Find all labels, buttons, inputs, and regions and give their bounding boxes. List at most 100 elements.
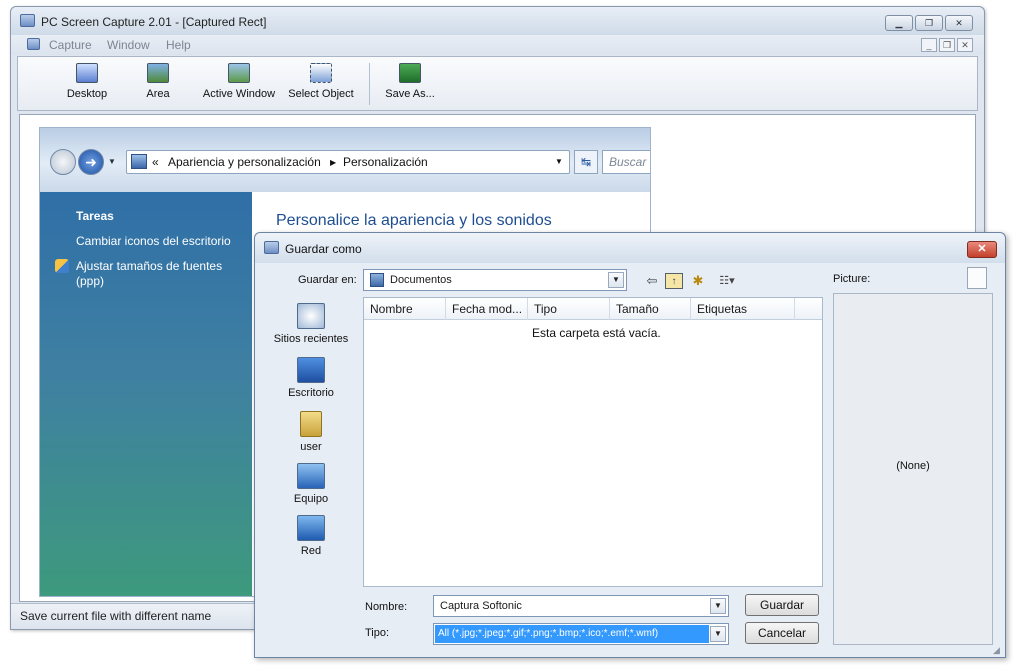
back-nav-icon[interactable]: ⇦ (643, 273, 661, 289)
filename-label: Nombre: (365, 601, 408, 613)
menu-help[interactable]: Help (166, 38, 191, 52)
select-object-button[interactable]: Select Object (284, 63, 358, 107)
active-window-button[interactable]: Active Window (198, 63, 280, 107)
tasks-heading: Tareas (76, 209, 114, 223)
captured-search-box: Buscar (602, 150, 650, 174)
captured-page-title: Personalice la apariencia y los sonidos (276, 212, 552, 229)
place-user-label: user (300, 441, 322, 453)
chevron-down-icon[interactable]: ▼ (608, 272, 624, 288)
mdi-restore-button[interactable]: ❐ (939, 38, 955, 52)
area-capture-icon (147, 63, 169, 83)
computer-icon (297, 463, 325, 489)
save-button[interactable]: Guardar (745, 594, 819, 616)
network-icon (297, 515, 325, 541)
toolbar-separator (369, 63, 370, 105)
address-dropdown-icon: ▼ (555, 157, 563, 166)
filetype-label: Tipo: (365, 627, 390, 639)
place-recent-label: Sitios recientes (273, 333, 349, 345)
active-window-label: Active Window (202, 88, 276, 100)
back-arrow-icon (50, 149, 76, 175)
menu-window[interactable]: Window (107, 38, 150, 52)
user-folder-icon (300, 411, 322, 437)
column-tamano[interactable]: Tamaño (610, 298, 691, 320)
captured-address-bar: « Apariencia y personalización ▶ Persona… (126, 150, 570, 174)
dialog-close-button[interactable]: ✕ (967, 241, 997, 258)
dialog-app-icon (264, 241, 279, 254)
empty-folder-message: Esta carpeta está vacía. (532, 326, 661, 340)
save-in-combo[interactable]: Documentos ▼ (363, 269, 627, 291)
task-change-icons: Cambiar iconos del escritorio (76, 234, 231, 248)
place-network[interactable]: Red (269, 515, 353, 557)
filename-value: Captura Softonic (440, 600, 522, 612)
save-as-label: Save As... (385, 88, 435, 100)
place-computer[interactable]: Equipo (269, 463, 353, 505)
select-object-icon (310, 63, 332, 83)
picture-none-text: (None) (896, 460, 930, 472)
captured-task-pane: Tareas Cambiar iconos del escritorio Aju… (40, 192, 252, 596)
refresh-icon: ↹ (574, 150, 598, 174)
desktop-capture-icon (76, 63, 98, 83)
select-object-label: Select Object (288, 88, 354, 100)
task-adjust-font-size-ppp: (ppp) (76, 274, 105, 288)
filename-input[interactable]: Captura Softonic ▼ (433, 595, 729, 617)
new-folder-icon[interactable]: ✱ (689, 273, 707, 289)
menu-bar: Capture Window Help _ ❐ ✕ (11, 35, 984, 55)
active-window-icon (228, 63, 250, 83)
task-adjust-font-size: Ajustar tamaños de fuentes (76, 259, 223, 273)
view-menu-icon[interactable]: ☷▾ (713, 273, 741, 289)
breadcrumb-apariencia: Apariencia y personalización (168, 155, 321, 169)
breadcrumb-separator-icon: ▶ (330, 158, 337, 167)
place-desktop-label: Escritorio (288, 387, 334, 399)
file-list[interactable]: Nombre Fecha mod... Tipo Tamaño Etiqueta… (363, 297, 823, 587)
up-folder-icon[interactable]: ↑ (665, 273, 683, 289)
filetype-value: All (*.jpg;*.jpeg;*.gif;*.png;*.bmp;*.ic… (435, 625, 709, 643)
minimize-button[interactable]: ▁ (885, 15, 913, 31)
save-as-button[interactable]: Save As... (380, 63, 440, 107)
menu-capture[interactable]: Capture (49, 38, 92, 52)
column-fecha[interactable]: Fecha mod... (446, 298, 528, 320)
picture-label: Picture: (833, 273, 871, 285)
column-nombre[interactable]: Nombre (364, 298, 446, 320)
app-title: PC Screen Capture 2.01 - [Captured Rect] (41, 15, 267, 29)
chevron-down-icon[interactable]: ▼ (710, 598, 726, 614)
dialog-titlebar[interactable]: Guardar como ✕ (255, 233, 1005, 263)
forward-arrow-icon: ➜ (78, 149, 104, 175)
place-user[interactable]: user (269, 411, 353, 453)
save-in-value: Documentos (390, 274, 452, 286)
place-computer-label: Equipo (293, 493, 329, 505)
shield-icon (55, 259, 69, 273)
toolbar: Desktop Area Active Window Select Object… (17, 56, 978, 111)
area-label: Area (146, 88, 170, 100)
area-button[interactable]: Area (138, 63, 178, 107)
save-icon (399, 63, 421, 83)
mdi-minimize-button[interactable]: _ (921, 38, 937, 52)
column-tipo[interactable]: Tipo (528, 298, 610, 320)
file-list-header: Nombre Fecha mod... Tipo Tamaño Etiqueta… (364, 298, 822, 320)
app-titlebar[interactable]: PC Screen Capture 2.01 - [Captured Rect]… (11, 7, 984, 35)
place-desktop[interactable]: Escritorio (269, 357, 353, 399)
mdi-doc-icon (27, 38, 40, 50)
picture-preview: (None) (833, 293, 993, 645)
control-panel-icon (131, 154, 147, 169)
breadcrumb-personalizacion: Personalización (343, 155, 428, 169)
dialog-title: Guardar como (285, 242, 362, 256)
mdi-close-button[interactable]: ✕ (957, 38, 973, 52)
history-dropdown-icon: ▼ (108, 157, 116, 166)
close-button[interactable]: ✕ (945, 15, 973, 31)
desktop-label: Desktop (66, 88, 108, 100)
column-etiquetas[interactable]: Etiquetas (691, 298, 795, 320)
place-recent[interactable]: Sitios recientes (269, 303, 353, 345)
restore-button[interactable]: ❐ (915, 15, 943, 31)
cancel-button[interactable]: Cancelar (745, 622, 819, 644)
filetype-select[interactable]: All (*.jpg;*.jpeg;*.gif;*.png;*.bmp;*.ic… (433, 623, 729, 645)
status-text: Save current file with different name (20, 609, 212, 623)
save-in-label: Guardar en: (298, 274, 357, 286)
chevron-down-icon[interactable]: ▼ (710, 626, 726, 642)
address-chevron: « (152, 155, 159, 169)
captured-navbar: ➜ ▼ « Apariencia y personalización ▶ Per… (40, 128, 650, 192)
preview-page-icon (967, 267, 987, 289)
resize-grip-icon[interactable]: ◢ (993, 645, 1000, 656)
desktop-icon (297, 357, 325, 383)
app-icon (20, 14, 35, 27)
desktop-button[interactable]: Desktop (56, 63, 118, 107)
